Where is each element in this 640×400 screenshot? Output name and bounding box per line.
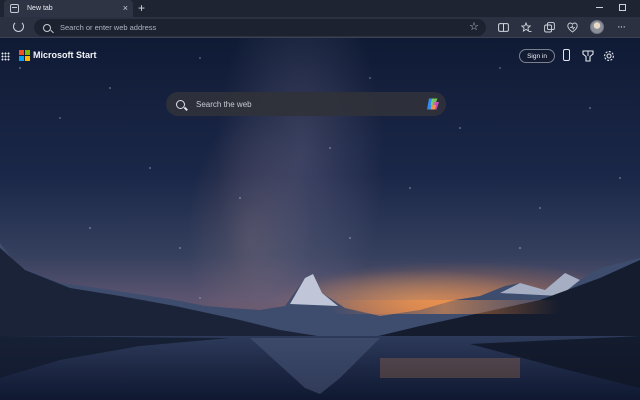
phone-icon[interactable] [563,49,570,61]
split-screen-icon[interactable] [496,20,510,34]
minimize-icon[interactable] [596,7,603,8]
search-icon [43,23,51,32]
sign-in-button[interactable]: Sign in [519,49,555,63]
copilot-icon[interactable] [426,97,440,111]
favorites-icon[interactable] [519,20,533,34]
rewards-icon[interactable] [582,49,594,62]
web-search-box[interactable]: Search the web [166,92,446,116]
search-icon [176,99,185,109]
refresh-icon[interactable] [13,21,24,32]
collections-icon[interactable] [542,20,556,34]
profile-avatar[interactable] [590,20,604,34]
new-tab-button[interactable]: + [138,1,145,15]
search-placeholder: Search the web [196,99,252,109]
address-placeholder: Search or enter web address [60,23,157,32]
browser-essentials-icon[interactable] [565,20,579,34]
tab-title: New tab [27,5,53,12]
tab-strip: New tab × + [0,0,640,17]
more-icon[interactable]: ··· [614,20,628,34]
favorites-star-icon[interactable]: ☆ [469,20,479,33]
brand-name[interactable]: Microsoft Start [33,50,97,60]
tab-page-icon [10,4,19,13]
restore-icon[interactable] [619,4,626,11]
close-tab-icon[interactable]: × [123,3,128,13]
settings-icon[interactable] [603,49,615,61]
address-bar[interactable]: Search or enter web address ☆ [34,19,486,36]
browser-toolbar: Search or enter web address ☆ ··· [0,17,640,38]
microsoft-logo [19,50,30,61]
tab-new-tab[interactable]: New tab × [4,0,133,17]
new-tab-page: Microsoft Start Sign in Search the web [0,38,640,400]
apps-grid-icon[interactable] [1,52,10,61]
